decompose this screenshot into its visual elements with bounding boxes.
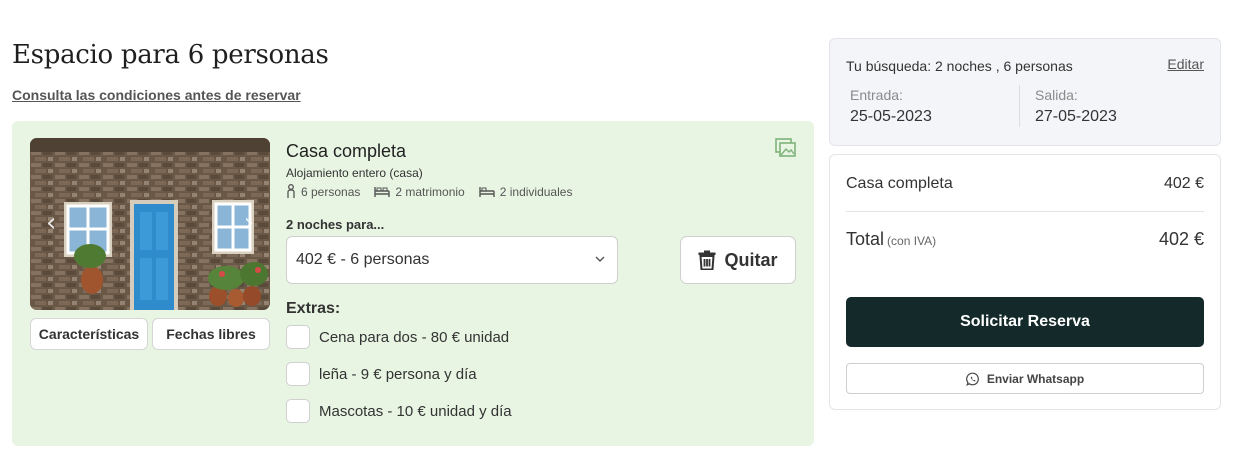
- extra-checkbox[interactable]: [286, 399, 310, 423]
- page-title: Espacio para 6 personas: [12, 40, 329, 70]
- extra-option-firewood[interactable]: leña - 9 € persona y día: [286, 362, 477, 386]
- unit-card: ‹ › Características Fechas libres Casa c…: [12, 121, 814, 446]
- chevron-down-icon: [595, 256, 605, 262]
- gallery-icon[interactable]: [775, 138, 797, 158]
- extra-option-label: Mascotas - 10 € unidad y día: [319, 402, 512, 420]
- amenity-guests: 6 personas: [286, 184, 360, 199]
- remove-button[interactable]: Quitar: [680, 236, 796, 284]
- single-bed-icon: [479, 186, 495, 197]
- unit-photo[interactable]: ‹ ›: [30, 138, 270, 310]
- search-summary-text: Tu búsqueda: 2 noches , 6 personas: [846, 58, 1073, 74]
- trash-icon: [698, 250, 716, 270]
- photo-prev-icon[interactable]: ‹: [46, 210, 56, 236]
- amenity-double-beds-label: 2 matrimonio: [395, 184, 465, 199]
- checkin-date: 25-05-2023: [850, 108, 932, 125]
- total-tax-note: (con IVA): [887, 234, 937, 248]
- summary-divider: [846, 211, 1204, 212]
- extra-option-dinner[interactable]: Cena para dos - 80 € unidad: [286, 325, 509, 349]
- extra-checkbox[interactable]: [286, 362, 310, 386]
- checkout-date: 27-05-2023: [1035, 108, 1117, 125]
- rate-select-value: 402 € - 6 personas: [296, 251, 430, 268]
- whatsapp-button-label: Enviar Whatsapp: [986, 371, 1085, 386]
- total-label: Total (con IVA): [846, 229, 936, 250]
- nights-label: 2 noches para...: [286, 217, 385, 232]
- date-divider: [1019, 85, 1020, 127]
- extra-option-pets[interactable]: Mascotas - 10 € unidad y día: [286, 399, 512, 423]
- conditions-link[interactable]: Consulta las condiciones antes de reserv…: [12, 87, 301, 103]
- extra-checkbox[interactable]: [286, 325, 310, 349]
- amenity-single-beds: 2 individuales: [479, 184, 573, 199]
- amenities-row: 6 personas 2 matrimonio 2 individuales: [286, 184, 586, 199]
- whatsapp-button[interactable]: Enviar Whatsapp: [846, 363, 1204, 394]
- extras-label: Extras:: [286, 300, 341, 317]
- line-item-price: 402 €: [1163, 175, 1204, 192]
- photo-next-icon[interactable]: ›: [244, 210, 254, 236]
- features-button[interactable]: Características: [30, 318, 148, 350]
- line-item-label: Casa completa: [846, 175, 953, 192]
- request-booking-button[interactable]: Solicitar Reserva: [846, 297, 1204, 347]
- unit-subtitle: Alojamiento entero (casa): [286, 166, 423, 180]
- extra-option-label: Cena para dos - 80 € unidad: [319, 328, 510, 346]
- edit-search-link[interactable]: Editar: [1167, 56, 1204, 72]
- rate-select[interactable]: 402 € - 6 personas: [286, 236, 618, 284]
- total-price: 402 €: [1158, 229, 1204, 249]
- search-summary-card: Tu búsqueda: 2 noches , 6 personas Edita…: [829, 38, 1221, 146]
- checkout-label: Salida:: [1035, 87, 1078, 103]
- amenity-double-beds: 2 matrimonio: [374, 184, 465, 199]
- person-icon: [287, 184, 295, 198]
- house-photo-image: [30, 138, 270, 310]
- remove-button-label: Quitar: [724, 249, 778, 270]
- extra-option-label: leña - 9 € persona y día: [319, 365, 477, 383]
- amenity-single-beds-label: 2 individuales: [499, 184, 573, 199]
- free-dates-button[interactable]: Fechas libres: [152, 318, 270, 350]
- unit-title: Casa completa: [286, 141, 407, 161]
- price-summary-card: Casa completa 402 € Total (con IVA) 402 €…: [829, 154, 1221, 410]
- total-text: Total: [846, 229, 885, 249]
- whatsapp-icon: [965, 372, 979, 386]
- amenity-guests-label: 6 personas: [301, 184, 361, 199]
- checkin-label: Entrada:: [850, 87, 903, 103]
- double-bed-icon: [374, 186, 391, 197]
